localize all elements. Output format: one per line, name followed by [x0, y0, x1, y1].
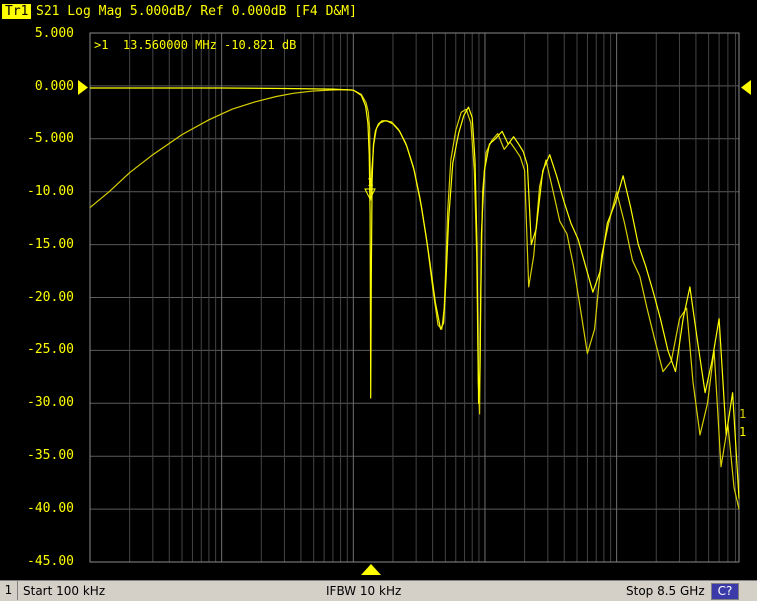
- active-marker-position-arrow-icon[interactable]: [361, 564, 381, 575]
- trace-end-label: 1: [739, 425, 747, 439]
- status-bar: 1 Start 100 kHz IFBW 10 kHz Stop 8.5 GHz…: [0, 580, 757, 601]
- start-frequency[interactable]: Start 100 kHz: [23, 584, 105, 598]
- trace-end-label: 1: [739, 407, 747, 421]
- stop-frequency[interactable]: Stop 8.5 GHz: [626, 584, 705, 598]
- plot-grid: [89, 32, 739, 563]
- marker-number-label: 1: [367, 176, 374, 189]
- ref-level-right-arrow-icon[interactable]: [741, 80, 751, 95]
- marker-readout: >1 13.560000 MHz -10.821 dB: [94, 38, 297, 52]
- ifbw-setting[interactable]: IFBW 10 kHz: [326, 584, 401, 598]
- channel-number[interactable]: 1: [0, 581, 18, 600]
- trace-group: [89, 87, 740, 510]
- calibration-status-badge[interactable]: C?: [711, 583, 739, 600]
- trace-line-1: [89, 88, 740, 510]
- trace-plot[interactable]: 1: [0, 0, 757, 580]
- ref-level-left-arrow-icon[interactable]: [78, 80, 88, 95]
- trace-line-2: [90, 87, 740, 499]
